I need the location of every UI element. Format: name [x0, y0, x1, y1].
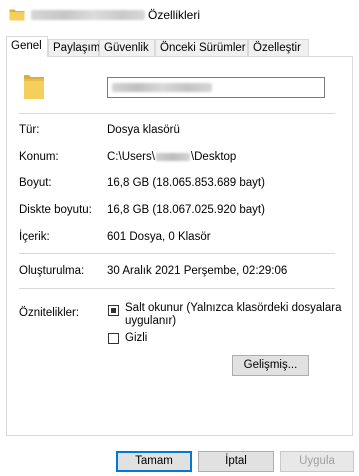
redacted-folder-name: [31, 10, 145, 20]
disk-size-value: 16,8 GB (18.067.025.920 bayt): [107, 204, 265, 216]
window-title: Özellikleri: [148, 8, 201, 22]
separator: [19, 288, 335, 289]
apply-button[interactable]: Uygula: [280, 451, 354, 472]
readonly-checkbox[interactable]: [108, 305, 119, 316]
ok-button[interactable]: Tamam: [116, 451, 192, 472]
disk-size-label: Diskte boyutu:: [19, 204, 92, 216]
location-label: Konum:: [19, 151, 59, 163]
type-label: Tür:: [19, 124, 40, 136]
readonly-label-line2: uygulanır): [125, 315, 177, 327]
tab-strip: Genel Paylaşım Güvenlik Önceki Sürümler …: [6, 36, 353, 57]
size-value: 16,8 GB (18.065.853.689 bayt): [107, 177, 265, 189]
separator: [19, 113, 335, 114]
tab-sharing[interactable]: Paylaşım: [48, 39, 100, 56]
tab-previous-versions[interactable]: Önceki Sürümler: [155, 39, 248, 56]
tab-customize[interactable]: Özelleştir: [248, 39, 309, 56]
cancel-button[interactable]: İptal: [198, 451, 274, 472]
tab-security[interactable]: Güvenlik: [99, 39, 155, 56]
contents-label: İçerik:: [19, 231, 50, 243]
readonly-label-line1: Salt okunur (Yalnızca klasördeki dosyala…: [125, 302, 342, 314]
hidden-label[interactable]: Gizli: [125, 332, 147, 345]
type-value: Dosya klasörü: [107, 124, 180, 136]
size-label: Boyut:: [19, 177, 52, 189]
redacted-username: [155, 152, 190, 161]
tab-general[interactable]: Genel: [6, 36, 48, 57]
location-suffix: \Desktop: [190, 151, 237, 163]
title-bar: Özellikleri: [0, 0, 359, 30]
folder-icon: [9, 9, 25, 21]
readonly-label[interactable]: Salt okunur (Yalnızca klasördeki dosyala…: [125, 302, 341, 328]
created-value: 30 Aralık 2021 Perşembe, 02:29:06: [107, 265, 288, 277]
created-label: Oluşturulma:: [19, 265, 85, 277]
separator: [19, 253, 335, 254]
location-value: C:\Users\ \Desktop: [107, 151, 236, 163]
contents-value: 601 Dosya, 0 Klasör: [107, 231, 211, 243]
attributes-label: Öznitelikler:: [19, 307, 80, 319]
advanced-button[interactable]: Gelişmiş...: [232, 355, 309, 376]
hidden-checkbox[interactable]: [108, 333, 119, 344]
folder-name-input[interactable]: [107, 77, 325, 98]
location-prefix: C:\Users\: [107, 151, 155, 163]
folder-large-icon: [24, 75, 44, 99]
redacted-name-text: [112, 83, 212, 92]
